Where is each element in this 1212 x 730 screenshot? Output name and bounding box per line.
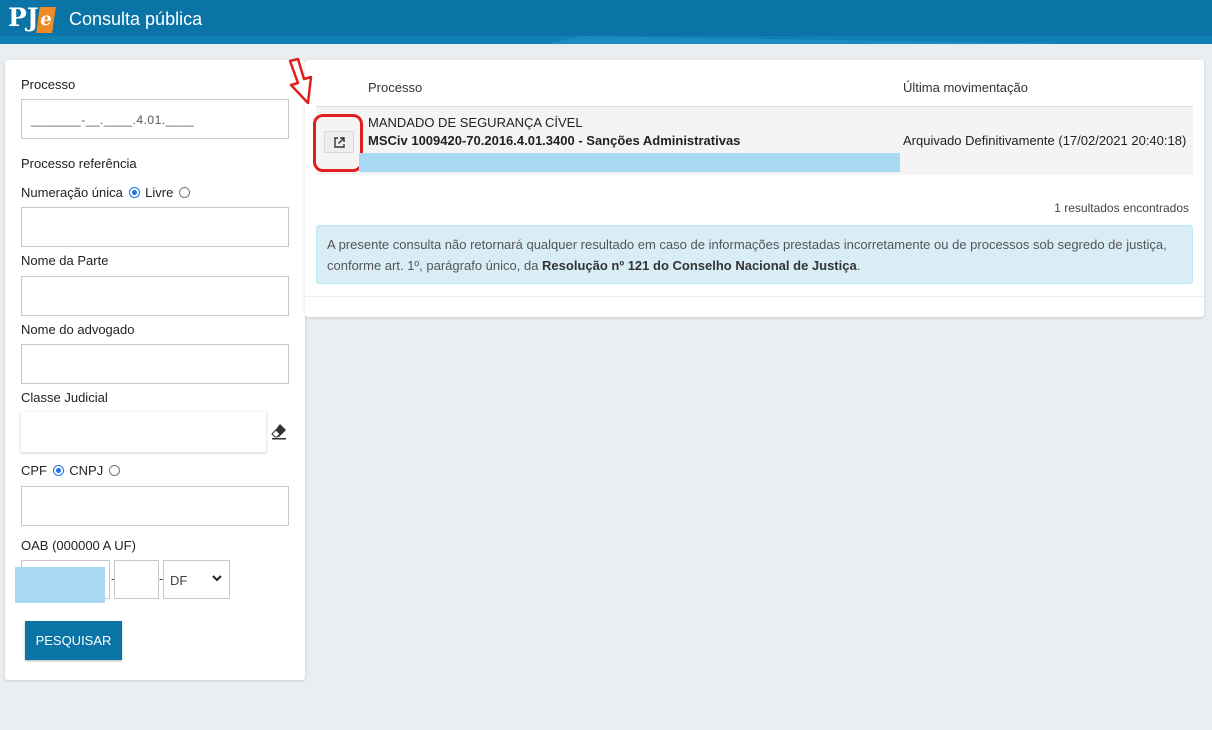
- cnpj-label: CNPJ: [69, 463, 104, 478]
- livre-radio[interactable]: [178, 187, 190, 198]
- cnpj-radio[interactable]: [108, 465, 120, 476]
- classe-judicial-input[interactable]: [21, 412, 266, 452]
- column-header-ultima-movimentacao: Última movimentação: [903, 80, 1028, 95]
- numeracao-radio-group: Numeração única Livre: [21, 185, 192, 200]
- cpf-label: CPF: [21, 463, 47, 478]
- oab-uf-select[interactable]: DF: [163, 560, 230, 599]
- last-movement: Arquivado Definitivamente (17/02/2021 20…: [903, 133, 1187, 148]
- nome-advogado-input[interactable]: [21, 344, 289, 384]
- logo-e: e: [36, 7, 56, 33]
- oab-uf-value: DF: [170, 573, 188, 588]
- column-header-processo: Processo: [368, 80, 423, 95]
- classe-judicial-label: Classe Judicial: [21, 390, 108, 405]
- search-button[interactable]: PESQUISAR: [25, 621, 122, 660]
- numeracao-unica-label: Numeração única: [21, 185, 123, 200]
- processo-referencia-label: Processo referência: [21, 156, 137, 171]
- pje-logo[interactable]: PJ e: [8, 3, 58, 39]
- numeracao-unica-radio[interactable]: [128, 187, 140, 198]
- redaction-block: [15, 567, 105, 603]
- oab-label: OAB (000000 A UF): [21, 538, 136, 553]
- chevron-down-icon: [212, 575, 222, 582]
- annotation-circle: [313, 114, 363, 172]
- redaction-block: [359, 153, 900, 172]
- annotation-arrow-icon: [288, 57, 313, 105]
- cpf-cnpj-input[interactable]: [21, 486, 289, 526]
- notice-end: .: [856, 258, 861, 273]
- search-panel: Processo _______-__.____.4.01.____ Proce…: [5, 60, 305, 680]
- page-title: Consulta pública: [69, 9, 203, 29]
- cpf-radio[interactable]: [52, 465, 64, 476]
- results-count: 1 resultados encontrados: [1054, 201, 1189, 215]
- process-number-link[interactable]: MSCiv 1009420-70.2016.4.01.3400 - Sançõe…: [368, 133, 740, 148]
- nome-advogado-label: Nome do advogado: [21, 322, 135, 337]
- top-bar: PJ e Consulta pública: [0, 0, 1212, 44]
- panel-footer-divider: [305, 296, 1204, 297]
- processo-label: Processo: [21, 77, 76, 92]
- processo-input[interactable]: _______-__.____.4.01.____: [21, 99, 289, 139]
- oab-letter-input[interactable]: [114, 560, 159, 599]
- nome-parte-label: Nome da Parte: [21, 253, 109, 268]
- processo-mask: _______-__.____.4.01.____: [31, 113, 195, 127]
- logo-pj: PJ: [8, 3, 39, 32]
- processo-referencia-input[interactable]: [21, 207, 289, 247]
- header-decor: [540, 36, 1210, 44]
- livre-label: Livre: [145, 185, 174, 200]
- results-panel: Processo Última movimentação MANDADO DE …: [288, 57, 1204, 317]
- info-notice: A presente consulta não retornará qualqu…: [316, 225, 1193, 284]
- eraser-icon[interactable]: [270, 422, 288, 440]
- nome-parte-input[interactable]: [21, 276, 289, 316]
- process-class: MANDADO DE SEGURANÇA CÍVEL: [368, 115, 583, 130]
- cpf-cnpj-radio-group: CPF CNPJ: [21, 463, 122, 478]
- notice-resolution: Resolução nº 121 do Conselho Nacional de…: [542, 258, 857, 273]
